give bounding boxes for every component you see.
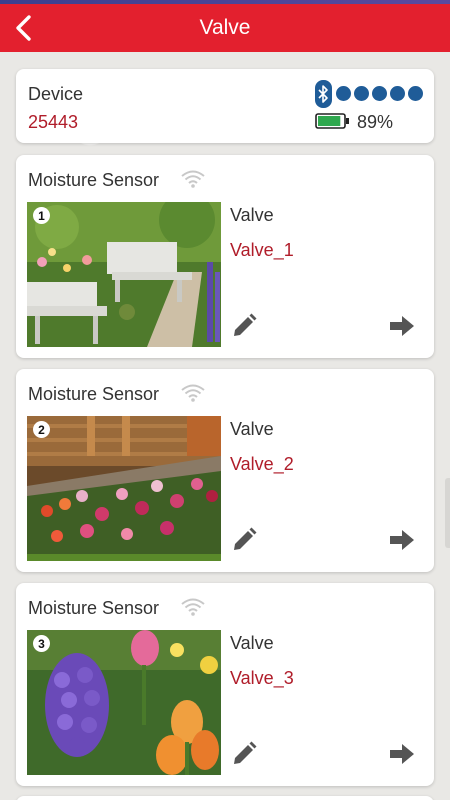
bluetooth-icon xyxy=(315,80,332,108)
garden-bench-photo[interactable]: 1 xyxy=(27,202,221,347)
valve-name: Valve_1 xyxy=(230,240,294,260)
valve-name: Valve_2 xyxy=(230,454,294,474)
sensor-title: Moisture Sensor xyxy=(28,384,160,404)
edit-pencil-icon[interactable] xyxy=(230,740,258,768)
arrow-right-icon[interactable] xyxy=(388,528,416,552)
valve-label: Valve xyxy=(230,419,274,439)
app-header: Valve xyxy=(0,4,450,52)
signal-dot xyxy=(354,86,369,101)
flower-bed-photo[interactable]: 2 xyxy=(27,416,221,561)
signal-dot xyxy=(408,86,423,101)
arrow-right-icon[interactable] xyxy=(388,314,416,338)
valve-name: Valve_3 xyxy=(230,668,294,688)
sensor-card-1: Moisture Sensor 1 Valve Valve_1 xyxy=(16,155,434,358)
wifi-icon xyxy=(181,598,205,616)
chevron-left-icon xyxy=(16,15,31,41)
sensor-title: Moisture Sensor xyxy=(28,598,160,618)
signal-dot xyxy=(372,86,387,101)
valve-label: Valve xyxy=(230,633,274,653)
sensor-card-4-partial xyxy=(16,796,434,800)
valve-label: Valve xyxy=(230,205,274,225)
sensor-card-2: Moisture Sensor 2 Valve Valve_2 xyxy=(16,369,434,572)
signal-dot xyxy=(390,86,405,101)
device-label: Device xyxy=(28,84,84,104)
back-button[interactable] xyxy=(6,10,42,46)
signal-dot xyxy=(336,86,351,101)
page-title: Valve xyxy=(199,16,251,39)
device-id: 25443 xyxy=(28,112,79,132)
sensor-number-badge: 1 xyxy=(33,207,50,224)
sensor-title: Moisture Sensor xyxy=(28,170,160,190)
sensor-card-3: Moisture Sensor 3 Valve Valve_3 xyxy=(16,583,434,786)
sensor-number-badge: 3 xyxy=(33,635,50,652)
hyacinth-tulips-photo[interactable]: 3 xyxy=(27,630,221,775)
battery-percentage: 89% xyxy=(357,112,394,132)
arrow-right-icon[interactable] xyxy=(388,742,416,766)
battery-icon xyxy=(315,113,349,129)
wifi-icon xyxy=(181,170,205,188)
signal-strength-dots xyxy=(336,86,423,101)
wifi-icon xyxy=(181,384,205,402)
device-card: Device 25443 89% xyxy=(16,69,434,143)
sensor-number-badge: 2 xyxy=(33,421,50,438)
edit-pencil-icon[interactable] xyxy=(230,526,258,554)
edit-pencil-icon[interactable] xyxy=(230,312,258,340)
scroll-indicator[interactable] xyxy=(445,478,450,548)
